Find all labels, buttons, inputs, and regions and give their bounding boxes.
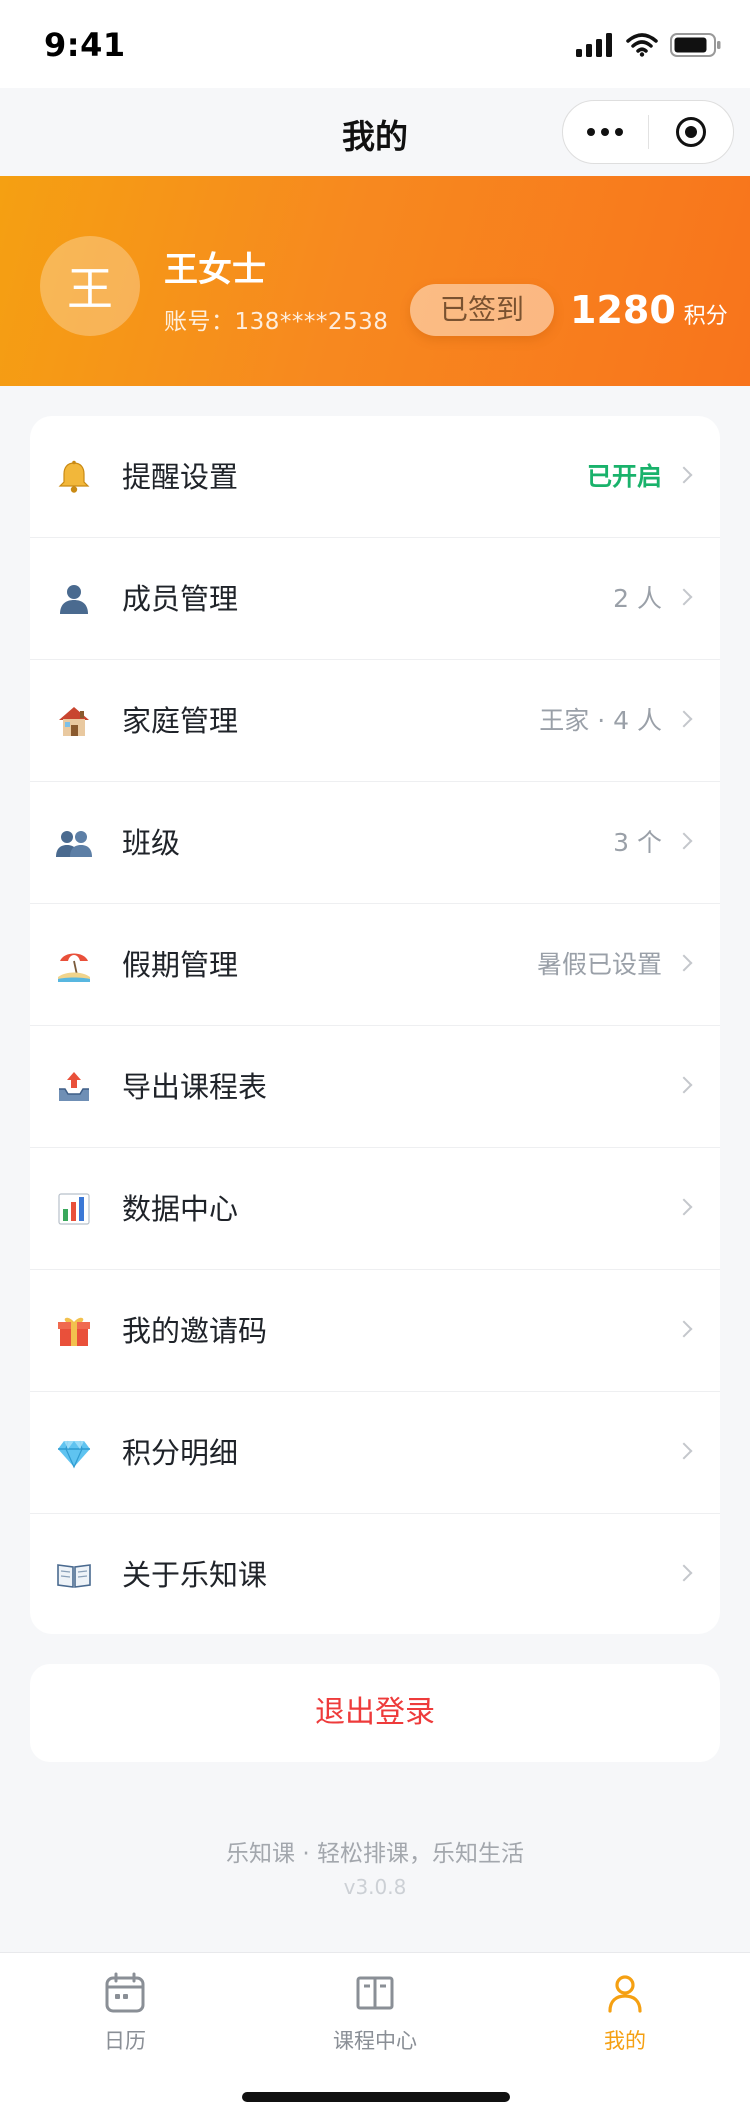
- menu-item-value: 暑假已设置: [536, 950, 662, 979]
- diamond-icon: [56, 1435, 92, 1471]
- calendar-icon: [105, 1972, 145, 2013]
- menu-item-value: 王家 · 4 人: [539, 706, 662, 735]
- logout-button[interactable]: 退出登录: [30, 1664, 720, 1762]
- bar-chart-icon: [56, 1191, 92, 1227]
- dot-icon: [615, 128, 624, 136]
- person-icon: [56, 581, 92, 617]
- tab-label: 我的: [604, 2029, 646, 2053]
- menu-item-reminder-settings[interactable]: 提醒设置 已开启: [30, 416, 720, 538]
- menu-item-label: 关于乐知课: [122, 1558, 268, 1592]
- tab-label: 课程中心: [333, 2029, 417, 2053]
- menu-item-value: 已开启: [586, 462, 662, 491]
- battery-icon: [670, 33, 721, 57]
- menu-item-label: 班级: [122, 826, 181, 860]
- chevron-right-icon: [675, 1564, 693, 1582]
- book-icon: [56, 1557, 92, 1593]
- menu-item-holiday-management[interactable]: 假期管理 暑假已设置: [30, 904, 720, 1026]
- target-icon: [675, 117, 706, 147]
- menu-item-label: 提醒设置: [122, 460, 239, 494]
- tab-label: 日历: [104, 2029, 146, 2053]
- menu-item-family-management[interactable]: 家庭管理 王家 · 4 人: [30, 660, 720, 782]
- tab-mine[interactable]: 我的: [500, 1971, 750, 2071]
- chevron-right-icon: [675, 1198, 693, 1216]
- status-time: 9:41: [44, 26, 126, 64]
- chevron-right-icon: [675, 710, 693, 728]
- bell-icon: [56, 459, 92, 495]
- menu-item-value: 3 个: [613, 828, 662, 857]
- menu-item-invite-code[interactable]: 我的邀请码: [30, 1270, 720, 1392]
- menu-item-label: 导出课程表: [122, 1070, 268, 1104]
- group-icon: [56, 825, 92, 861]
- mini-program-capsule: [562, 100, 734, 164]
- tab-course-center[interactable]: 课程中心: [250, 1971, 500, 2071]
- menu-item-data-center[interactable]: 数据中心: [30, 1148, 720, 1270]
- avatar[interactable]: 王: [40, 236, 140, 336]
- beach-icon: [56, 947, 92, 983]
- user-name: 王女士: [164, 250, 266, 290]
- more-menu-button[interactable]: [563, 100, 648, 164]
- user-account: 账号：138****2538: [164, 309, 389, 335]
- menu-item-about[interactable]: 关于乐知课: [30, 1514, 720, 1634]
- wifi-icon: [626, 33, 658, 57]
- points-unit: 积分: [683, 304, 728, 329]
- points-value: 1280: [570, 288, 676, 332]
- signal-icon: [576, 33, 612, 57]
- chevron-right-icon: [675, 832, 693, 850]
- chevron-right-icon: [675, 1442, 693, 1460]
- book-columns-icon: [356, 1976, 394, 2010]
- dot-icon: [587, 128, 596, 136]
- menu-item-label: 数据中心: [122, 1192, 239, 1226]
- house-icon: [56, 703, 92, 739]
- close-mini-program-button[interactable]: [649, 100, 734, 164]
- menu-item-label: 成员管理: [122, 582, 239, 616]
- gift-icon: [56, 1313, 92, 1349]
- menu-item-label: 积分明细: [122, 1436, 239, 1470]
- navigation-bar: 我的: [0, 88, 750, 176]
- status-bar: 9:41: [0, 0, 750, 88]
- menu-item-label: 家庭管理: [122, 704, 239, 738]
- menu-list: 提醒设置 已开启 成员管理 2 人 家庭管理 王家 · 4 人 班级 3 个 假…: [30, 416, 720, 1634]
- export-tray-icon: [56, 1069, 92, 1105]
- profile-header: 王 王女士 账号：138****2538 已签到 1280 积分: [0, 176, 750, 386]
- footer-slogan: 乐知课 · 轻松排课，乐知生活: [226, 1841, 524, 1867]
- menu-item-label: 假期管理: [122, 948, 239, 982]
- menu-item-classes[interactable]: 班级 3 个: [30, 782, 720, 904]
- user-icon: [608, 1975, 642, 2013]
- menu-item-points-detail[interactable]: 积分明细: [30, 1392, 720, 1514]
- chevron-right-icon: [675, 466, 693, 484]
- home-indicator: [242, 2092, 510, 2102]
- menu-item-member-management[interactable]: 成员管理 2 人: [30, 538, 720, 660]
- sign-in-button[interactable]: 已签到: [410, 284, 554, 336]
- chevron-right-icon: [675, 588, 693, 606]
- points-display[interactable]: 1280 积分: [570, 288, 728, 332]
- status-icons: [576, 30, 722, 60]
- chevron-right-icon: [675, 954, 693, 972]
- app-version: v3.0.8: [343, 1875, 407, 1899]
- menu-item-label: 我的邀请码: [122, 1314, 268, 1348]
- dot-icon: [601, 128, 610, 136]
- menu-item-export-timetable[interactable]: 导出课程表: [30, 1026, 720, 1148]
- tab-calendar[interactable]: 日历: [0, 1971, 250, 2071]
- chevron-right-icon: [675, 1076, 693, 1094]
- menu-item-value: 2 人: [613, 584, 662, 613]
- chevron-right-icon: [675, 1320, 693, 1338]
